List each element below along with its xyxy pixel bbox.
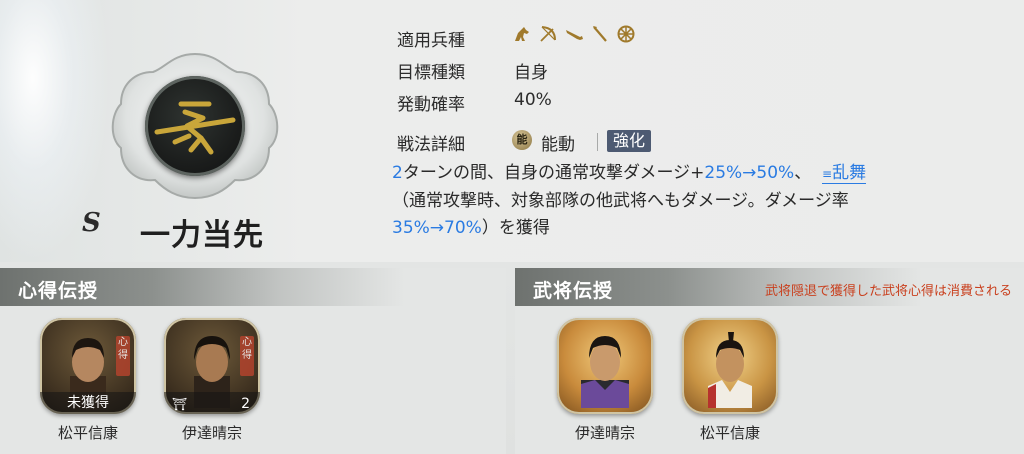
skill-rank: S	[82, 208, 101, 238]
emblem-disc	[145, 76, 245, 176]
card-status: 未獲得	[67, 395, 109, 411]
card-name-1: 松平信康	[57, 424, 118, 442]
desc-text-3: （通常攻撃時、対象部隊の他武将へもダメージ。ダメージ率	[392, 191, 849, 211]
target-value: 自身	[514, 63, 548, 83]
retire-note: 武将隠退で獲得した武将心得は消費される	[764, 284, 1012, 299]
divider	[597, 133, 598, 151]
desc-text-4: ）を獲得	[481, 218, 550, 238]
desc-text-1: ターンの間、自身の通常攻撃ダメージ+	[402, 163, 705, 183]
skill-emblem	[97, 50, 293, 202]
unit-type-label: 適用兵種	[397, 31, 465, 51]
bow-icon	[540, 26, 556, 42]
general-portrait	[708, 332, 752, 408]
enhance-badge[interactable]: 強化	[607, 130, 652, 152]
detail-label: 戦法詳細	[397, 135, 465, 155]
card-count: 2	[241, 396, 250, 412]
wheel-icon	[617, 25, 635, 43]
left-panel-title: 心得伝授	[18, 280, 99, 302]
samurai-emblem-icon	[154, 101, 236, 155]
cavalry-icon	[515, 27, 529, 41]
detail-header: 戦法詳細 能 能動 強化	[397, 130, 652, 155]
chance-value: 40%	[514, 90, 552, 110]
ranbu-label: 乱舞	[832, 163, 867, 183]
general-portrait	[581, 336, 629, 408]
card-name-2: 伊達晴宗	[181, 424, 242, 442]
card-tag: 心得	[116, 336, 130, 376]
card-tag: 心得	[240, 336, 254, 376]
desc-turns: 2	[392, 163, 403, 183]
status-effect-icon: ≡	[822, 167, 833, 181]
card-name-3: 伊達晴宗	[574, 424, 635, 442]
right-panel-header: 武将伝授 武将隠退で獲得した武将心得は消費される	[515, 268, 1024, 306]
right-panel: 武将伝授 武将隠退で獲得した武将心得は消費される 伊達晴宗 松平信康	[515, 268, 1024, 454]
ranbu-link[interactable]: ≡乱舞	[822, 163, 867, 184]
clan-crest-icon: ⛩	[172, 397, 188, 411]
gun-icon	[566, 30, 583, 40]
skill-name: 一力当先	[140, 218, 264, 253]
right-panel-title: 武将伝授	[533, 280, 614, 302]
active-type-icon: 能	[512, 130, 532, 150]
general-card-2[interactable]: 心得 ⛩ 2	[164, 318, 260, 414]
left-panel: 心得伝授 心得 未獲得 松平信康 心得 ⛩ 2 伊達晴宗	[0, 268, 506, 454]
general-card-1[interactable]: 心得 未獲得	[40, 318, 136, 414]
unit-type-icons	[512, 24, 636, 44]
general-card-3[interactable]	[557, 318, 653, 414]
card-name-4: 松平信康	[699, 424, 760, 442]
spear-icon	[593, 26, 607, 42]
desc-damage-rate: 25%→50%	[704, 163, 795, 183]
target-label: 目標種類	[397, 63, 465, 83]
skill-description: 2ターンの間、自身の通常攻撃ダメージ+25%→50%、 ≡乱舞 （通常攻撃時、対象…	[392, 160, 997, 242]
active-type-text: 能動	[541, 135, 575, 155]
desc-ranbu-rate: 35%→70%	[392, 218, 482, 238]
desc-text-2: 、	[794, 163, 812, 183]
general-card-4[interactable]	[682, 318, 778, 414]
left-panel-header: 心得伝授	[0, 268, 506, 306]
chance-label: 発動確率	[397, 95, 465, 115]
